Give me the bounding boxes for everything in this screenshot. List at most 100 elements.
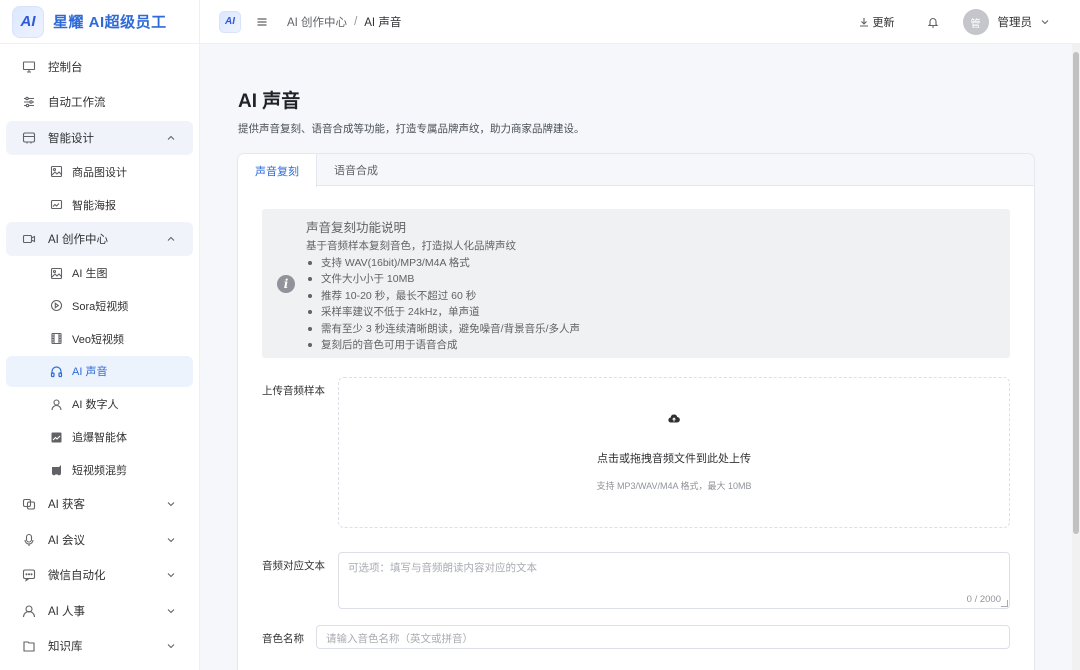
sidebar-subitem-video-mix[interactable]: 短视频混剪 [6,454,193,486]
sidebar-subitem-product-image[interactable]: 商品图设计 [6,156,193,188]
chevron-down-icon [165,640,177,652]
trending-icon [50,431,63,444]
sidebar-subitem-ai-voice[interactable]: AI 声音 [6,355,193,388]
headphones-icon [50,365,63,378]
sidebar-subitem-poster[interactable]: 智能海报 [6,189,193,221]
customers-icon [22,497,36,511]
sidebar-item-wechat-automation[interactable]: 微信自动化 [6,558,193,592]
upload-hint: 支持 MP3/WAV/M4A 格式，最大 10MB [596,481,752,491]
list-item: 文件大小小于 10MB [306,271,580,287]
sidebar-subitem-label: AI 数字人 [72,399,119,412]
sidebar-subitem-label: 智能海报 [72,199,116,212]
chevron-up-icon [165,233,177,245]
page-scrollbar[interactable] [1072,44,1080,670]
sidebar-subitem-label: AI 生图 [72,268,108,281]
sidebar-subitem-label: 商品图设计 [72,166,127,179]
list-item: 推荐 10-20 秒，最长不超过 60 秒 [306,288,580,304]
sidebar-subitem-label: Sora短视频 [72,300,129,313]
resize-handle[interactable] [1001,600,1008,607]
cloud-upload-icon [668,413,680,425]
tabs: 声音复刻 语音合成 [238,154,1034,187]
upload-dropzone[interactable]: 点击或拖拽音频文件到此处上传 支持 MP3/WAV/M4A 格式，最大 10MB [338,377,1010,528]
list-item: 支持 WAV(16bit)/MP3/M4A 格式 [306,255,580,271]
sidebar-item-knowledge-base[interactable]: 知识库 [6,629,193,663]
info-title: 声音复刻功能说明 [306,221,407,235]
sidebar-subitem-trending-agent[interactable]: 追爆智能体 [6,421,193,453]
voice-name-input[interactable]: 请输入音色名称（英文或拼音） [316,625,1010,649]
palette-icon [22,131,36,145]
chevron-down-icon[interactable] [1040,17,1050,27]
page-description: 提供声音复刻、语音合成等功能，打造专属品牌声纹，助力商家品牌建设。 [238,123,585,135]
voice-name-label: 音色名称 [262,633,304,645]
sidebar-item-workflow[interactable]: 自动工作流 [6,85,193,119]
breadcrumb-item[interactable]: AI 创作中心 [287,14,347,30]
textarea-placeholder: 可选项：填写与音频朗读内容对应的文本 [348,562,537,574]
sidebar-item-ai-customers[interactable]: AI 获客 [6,487,193,521]
person-icon [22,604,36,618]
info-list: 支持 WAV(16bit)/MP3/M4A 格式 文件大小小于 10MB 推荐 … [306,255,580,353]
chevron-down-icon [165,534,177,546]
tab-voice-clone[interactable]: 声音复刻 [238,154,317,187]
chevron-down-icon [165,569,177,581]
sidebar-item-ai-hr[interactable]: AI 人事 [6,594,193,628]
scissors-icon [50,463,63,476]
input-placeholder: 请输入音色名称（英文或拼音） [326,633,473,645]
upload-label: 上传音频样本 [262,385,325,397]
header-actions: 更新 管 管理员 [859,0,1080,44]
user-name[interactable]: 管理员 [998,14,1033,30]
sidebar-item-smart-design[interactable]: 智能设计 [6,120,193,155]
sidebar-subitem-ai-image[interactable]: AI 生图 [6,257,193,289]
film-icon [50,332,63,345]
top-header: AI AI 创作中心 / AI 声音 更新 管 管理员 [200,0,1080,44]
menu-toggle-icon[interactable] [257,17,267,27]
sidebar-item-label: 智能设计 [48,132,94,145]
chevron-up-icon [165,132,177,144]
update-label: 更新 [872,17,895,29]
poster-icon [50,198,63,211]
tab-speech-synthesis[interactable]: 语音合成 [317,154,395,186]
sliders-icon [22,95,36,109]
breadcrumb-current: AI 声音 [364,16,402,29]
sidebar-item-label: 微信自动化 [48,570,106,583]
sidebar-item-label: AI 创作中心 [48,233,109,246]
update-button[interactable]: 更新 [859,14,895,30]
sidebar-item-label: AI 人事 [48,605,86,618]
sidebar-item-label: AI 会议 [48,534,86,547]
header-logo[interactable]: AI [219,10,241,33]
chevron-down-icon [165,605,177,617]
sidebar-subitem-label: 短视频混剪 [72,464,127,477]
sidebar-subitem-label: AI 声音 [72,366,108,379]
sidebar-item-label: AI 获客 [48,499,86,512]
voice-card: 声音复刻 语音合成 i 声音复刻功能说明 基于音频样本复刻音色，打造拟人化品牌声… [237,153,1035,670]
scrollbar-thumb[interactable] [1073,52,1079,534]
brand-name: 星耀 AI超级员工 [53,14,167,31]
page-title: AI 声音 [238,91,301,112]
sidebar-subitem-label: 追爆智能体 [72,432,127,445]
list-item: 复刻后的音色可用于语音合成 [306,337,580,353]
image-icon [50,267,63,280]
breadcrumb-separator: / [354,15,358,28]
image-icon [50,165,63,178]
list-item: 采样率建议不低于 24kHz，单声道 [306,304,580,320]
transcript-textarea[interactable]: 可选项：填写与音频朗读内容对应的文本 0 / 2000 [338,552,1010,609]
sidebar-item-dashboard[interactable]: 控制台 [6,50,193,84]
brand[interactable]: AI 星耀 AI超级员工 [0,0,199,44]
sidebar-subitem-label: Veo短视频 [72,333,124,346]
bell-icon[interactable] [927,16,939,28]
sidebar-item-ai-creation[interactable]: AI 创作中心 [6,221,193,256]
info-subtitle: 基于音频样本复刻音色，打造拟人化品牌声纹 [306,240,516,252]
chevron-down-icon [165,498,177,510]
breadcrumb: AI 创作中心 / AI 声音 [287,14,401,30]
play-circle-icon [50,299,63,312]
sidebar-subitem-digital-human[interactable]: AI 数字人 [6,388,193,420]
sidebar-subitem-veo[interactable]: Veo短视频 [6,323,193,355]
avatar[interactable]: 管 [962,9,989,35]
info-icon: i [277,275,295,293]
sidebar-subitem-sora[interactable]: Sora短视频 [6,290,193,322]
main-content: AI 声音 提供声音复刻、语音合成等功能，打造专属品牌声纹，助力商家品牌建设。 … [200,44,1080,670]
video-camera-icon [22,232,36,246]
monitor-icon [22,60,36,74]
sidebar-item-ai-meeting[interactable]: AI 会议 [6,523,193,557]
sidebar-item-label: 自动工作流 [48,97,106,109]
upload-text: 点击或拖拽音频文件到此处上传 [597,453,751,465]
